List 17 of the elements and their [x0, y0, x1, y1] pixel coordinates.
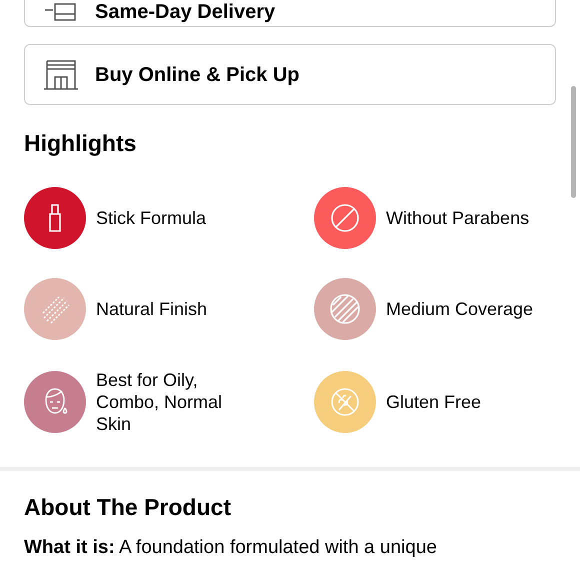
delivery-option[interactable]: Same-Day Delivery [24, 0, 556, 27]
option-label: Buy Online & Pick Up [95, 64, 300, 86]
section-heading: Highlights [24, 129, 136, 157]
highlight-label: Natural Finish [96, 298, 208, 320]
highlight-label: Best for Oily, Combo, Normal Skin [96, 369, 224, 435]
option-label: Same-Day Delivery [95, 1, 276, 23]
highlight-label: Stick Formula [96, 207, 206, 229]
description-text: What it is: A foundation formulated with a unique [24, 537, 438, 559]
prohibited-icon [329, 202, 361, 234]
delivery-option[interactable]: Buy Online & Pick Up [24, 44, 556, 105]
highlight-label: Medium Coverage [386, 298, 534, 320]
scrollbar[interactable] [571, 86, 576, 198]
striped-circle-icon [329, 293, 361, 325]
highlight-label: Without Parabens [386, 207, 530, 229]
store-icon [43, 58, 79, 90]
section-heading: About The Product [24, 493, 231, 521]
highlight-label: Gluten Free [386, 391, 482, 413]
